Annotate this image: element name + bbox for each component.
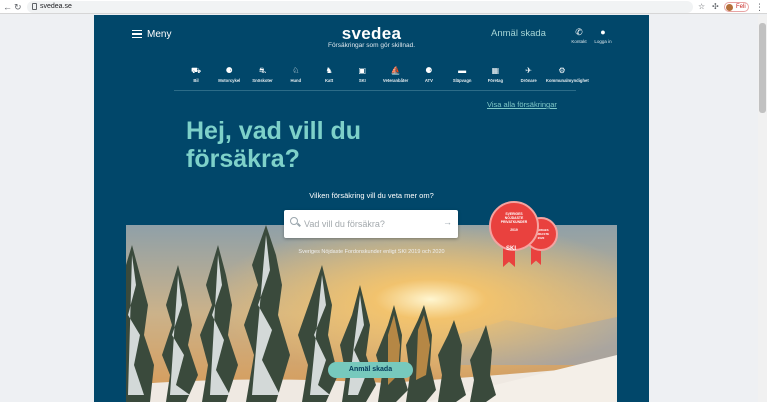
arrow-right-icon[interactable]: → <box>443 217 452 227</box>
category-item-foretag[interactable]: ▦ Företag <box>479 66 511 83</box>
category-item-veteranbater[interactable]: ⛵ Veteranbåter <box>380 66 412 83</box>
category-item-kommunalmyndighet[interactable]: ⚙ Kommunalmyndighet <box>545 66 589 83</box>
more-vert-icon[interactable]: ⋮ <box>755 1 764 13</box>
category-item-snoskoter[interactable]: ⛐ Snöskoter <box>247 66 279 83</box>
all-insurances-link[interactable]: Visa alla försäkringar <box>487 100 557 109</box>
badge-year: 2019 <box>510 228 518 232</box>
scrollbar[interactable] <box>758 15 767 402</box>
car-icon: ⛟ <box>190 66 202 75</box>
category-item-katt[interactable]: ♞ Katt <box>313 66 345 83</box>
search-icon <box>290 217 298 225</box>
scrollbar-thumb[interactable] <box>759 23 766 113</box>
profile-button[interactable]: Feli <box>724 2 749 12</box>
divider <box>174 90 576 91</box>
extensions-icon[interactable]: ✣ <box>712 1 719 13</box>
category-label: Drönare <box>520 78 537 83</box>
avatar <box>726 4 733 11</box>
category-label: Hund <box>290 78 302 83</box>
ski-badge-2019: SVERIGES NÖJDASTE PRIVATKUNDER 2019 <box>489 201 539 251</box>
search-input-box[interactable]: → <box>284 210 458 238</box>
browser-toolbar: ← ↻ svedea.se ☆ ✣ Feli ⋮ <box>0 0 767 14</box>
category-item-dronare[interactable]: ✈ Drönare <box>513 66 545 83</box>
category-label: Släpvagn <box>452 78 472 83</box>
lock-icon <box>32 3 37 10</box>
category-label: SKI <box>358 78 366 83</box>
category-nav: ⛟ Bil ⚈ Motorcykel ⛐ Snöskoter ♘ Hund ♞ Katt … <box>180 66 589 83</box>
ski-logo: SKI <box>506 246 517 252</box>
category-label: Motorcykel <box>218 78 241 83</box>
user-icon: ● <box>600 27 606 37</box>
category-label: Kommunalmyndighet <box>545 78 589 83</box>
url-text: svedea.se <box>40 3 72 10</box>
refresh-icon[interactable]: ↻ <box>14 1 22 13</box>
badge-text: PRIVATKUNDER <box>500 220 528 224</box>
category-item-ski[interactable]: ▣ SKI <box>346 66 378 83</box>
category-item-bil[interactable]: ⛟ Bil <box>180 66 212 83</box>
address-bar[interactable]: svedea.se <box>27 1 693 13</box>
category-label: Veteranbåter <box>382 78 409 83</box>
building-icon: ▦ <box>491 66 500 75</box>
svedea-page: Meny svedea Försäkringar som gör skillna… <box>94 15 649 402</box>
dog-icon: ♘ <box>292 66 300 75</box>
survey-note: Sveriges Nöjdaste Fordonskunder enligt S… <box>298 249 445 255</box>
category-label: ATV <box>424 78 433 83</box>
report-damage-link[interactable]: Anmäl skada <box>491 28 546 39</box>
category-label: Företag <box>487 78 504 83</box>
category-item-hund[interactable]: ♘ Hund <box>280 66 312 83</box>
search-input[interactable] <box>304 216 434 232</box>
category-item-slapvagn[interactable]: ▬ Släpvagn <box>446 66 478 83</box>
category-label: Katt <box>324 78 334 83</box>
trailer-icon: ▬ <box>458 66 467 75</box>
category-item-atv[interactable]: ⚈ ATV <box>413 66 445 83</box>
search-question: Vilken försäkring vill du veta mer om? <box>309 191 434 200</box>
ski-icon: ▣ <box>358 66 367 75</box>
profile-name: Feli <box>736 4 746 10</box>
cat-icon: ♞ <box>325 66 333 75</box>
category-label: Bil <box>193 78 199 83</box>
snowmobile-icon: ⛐ <box>259 66 266 75</box>
motorcycle-icon: ⚈ <box>225 66 233 75</box>
drone-icon: ✈ <box>525 66 532 75</box>
municipal-icon: ⚙ <box>558 66 566 75</box>
category-item-motorcykel[interactable]: ⚈ Motorcykel <box>213 66 245 83</box>
report-damage-button[interactable]: Anmäl skada <box>328 362 413 378</box>
boat-icon: ⛵ <box>390 66 401 75</box>
login-button[interactable]: ● Logga in <box>588 27 618 44</box>
category-label: Snöskoter <box>252 78 273 83</box>
atv-icon: ⚈ <box>425 66 433 75</box>
arrow-left-icon[interactable]: ← <box>3 1 12 13</box>
login-label: Logga in <box>594 39 612 44</box>
page-title: Hej, vad vill du försäkra? <box>186 117 362 173</box>
badge-year: 2020 <box>537 236 545 240</box>
star-icon[interactable]: ☆ <box>698 1 705 13</box>
